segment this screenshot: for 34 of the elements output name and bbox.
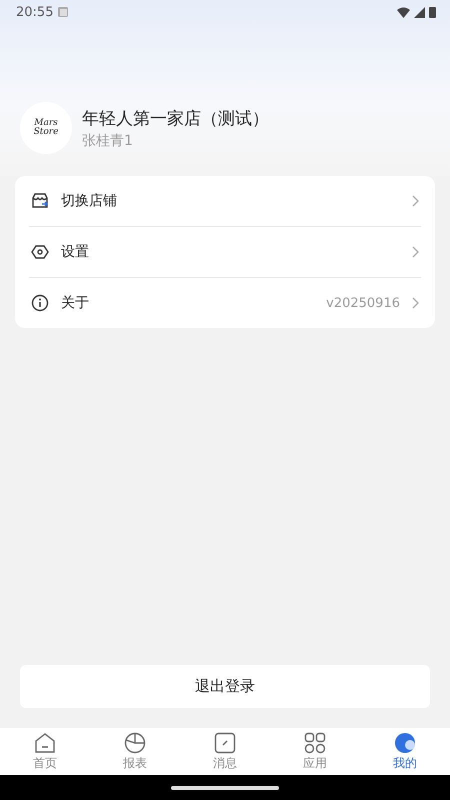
menu-label: 设置 — [61, 243, 90, 261]
clock: 20:55 — [16, 4, 54, 20]
apps-icon — [304, 732, 326, 754]
store-name: 年轻人第一家店（测试） — [82, 108, 269, 130]
menu-label: 切换店铺 — [61, 192, 118, 210]
logout-button[interactable]: 退出登录 — [20, 665, 430, 708]
tab[interactable]: 消息 — [180, 728, 270, 775]
chevron-icon — [412, 297, 419, 309]
version-text: v20250916 — [326, 296, 400, 310]
menu-item[interactable]: 关于 v20250916 — [29, 278, 421, 328]
menu-label: 关于 — [61, 294, 90, 312]
notification-icon — [57, 6, 70, 18]
tab[interactable]: 应用 — [270, 728, 360, 775]
store-icon — [31, 192, 49, 210]
battery-icon — [429, 6, 436, 18]
home-icon — [34, 732, 56, 754]
pie-chart-icon — [124, 732, 146, 754]
home-indicator[interactable] — [171, 786, 279, 790]
logo-text: Store — [34, 128, 58, 137]
info-icon — [31, 294, 49, 312]
menu-item[interactable]: 切换店铺 — [29, 176, 421, 227]
user-name: 张桂青1 — [82, 132, 134, 150]
tab[interactable]: 报表 — [90, 728, 180, 775]
profile-icon — [394, 732, 416, 754]
signal-icon — [414, 6, 425, 18]
chevron-icon — [412, 246, 419, 258]
menu-item[interactable]: 设置 — [29, 227, 421, 278]
tab[interactable]: 首页 — [0, 728, 90, 775]
chevron-icon — [412, 195, 419, 207]
message-icon — [214, 732, 236, 754]
logo-text: Mars — [34, 119, 58, 128]
tab[interactable]: 我的 — [360, 728, 450, 775]
wifi-icon — [397, 6, 410, 18]
settings-icon — [31, 243, 49, 261]
